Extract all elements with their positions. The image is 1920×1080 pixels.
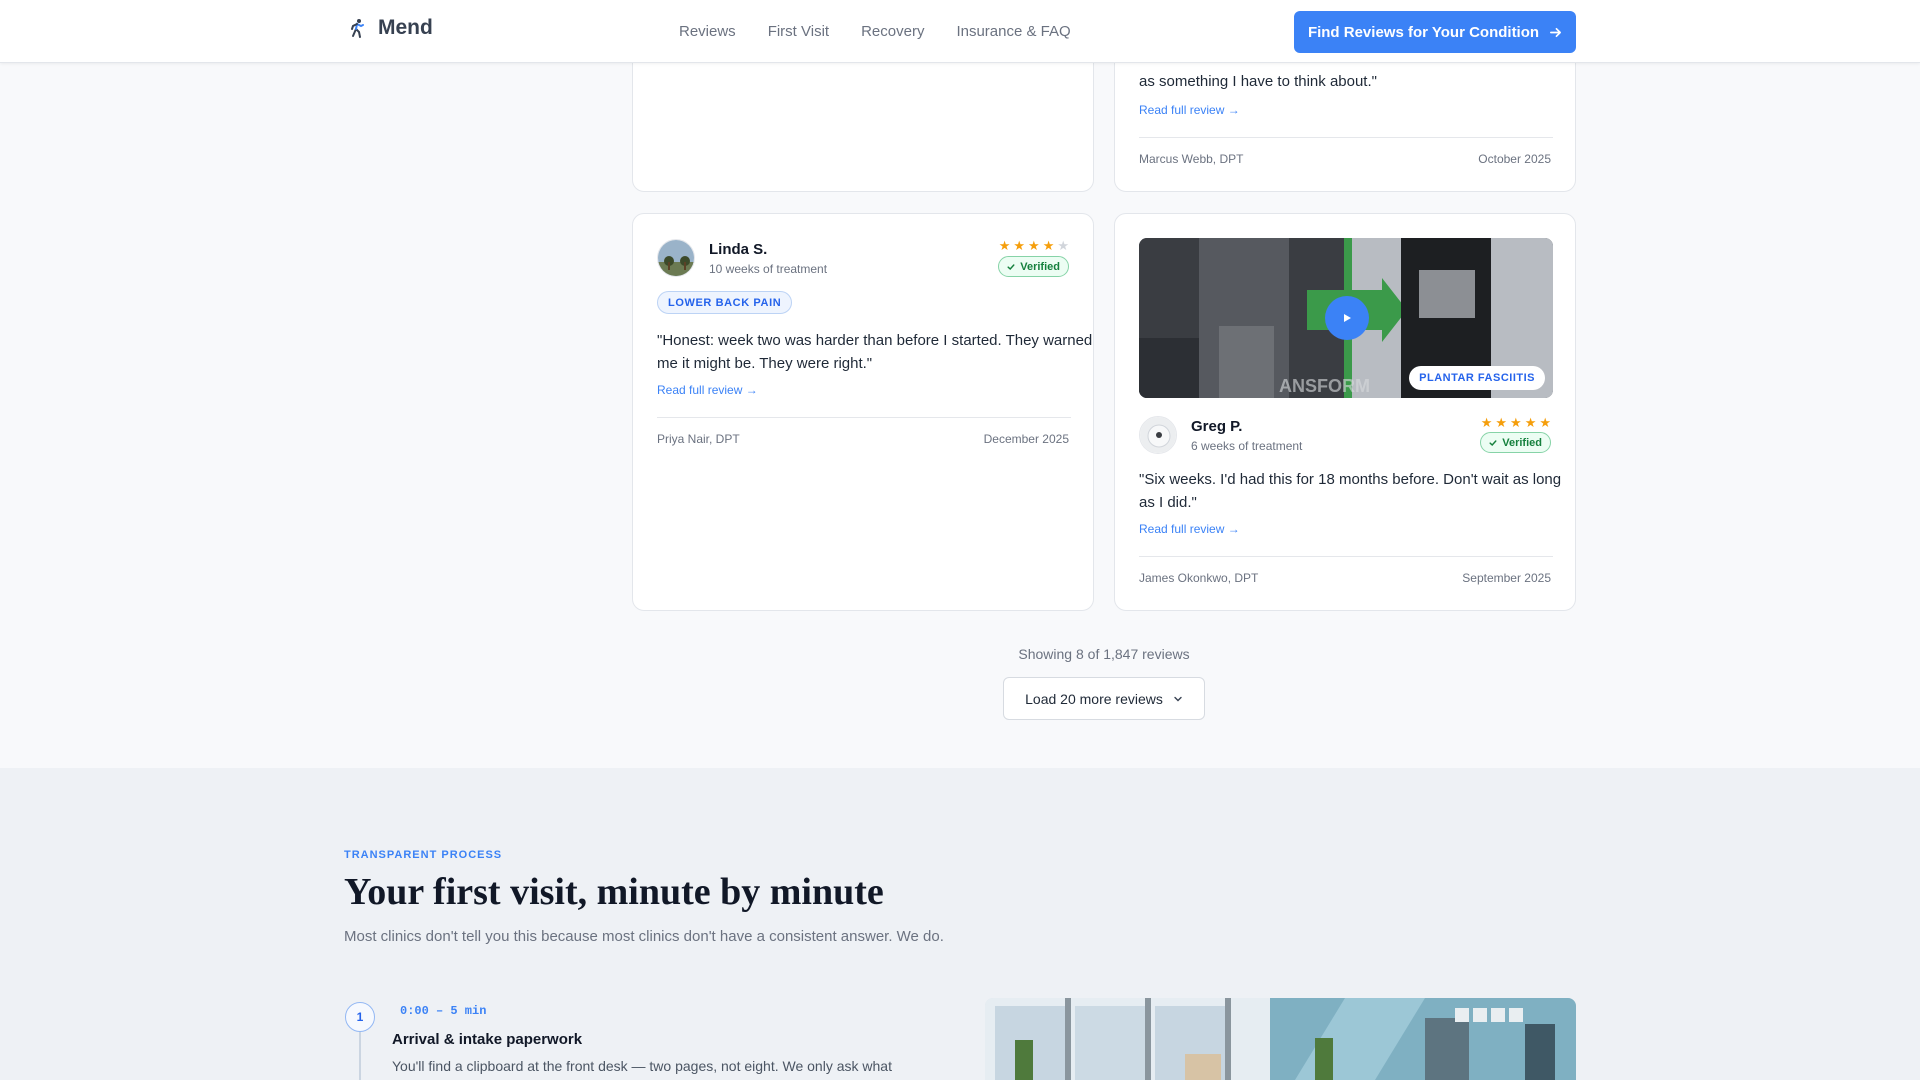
svg-text:ANSFORM: ANSFORM bbox=[1279, 376, 1370, 396]
brand-name: Mend bbox=[378, 16, 433, 39]
star-icon: ★ bbox=[1028, 238, 1040, 253]
therapist-name: James Okonkwo, DPT bbox=[1139, 571, 1259, 585]
load-more-button[interactable]: Load 20 more reviews bbox=[1003, 677, 1205, 720]
clinic-photo bbox=[985, 998, 1576, 1080]
avatar bbox=[657, 239, 695, 277]
review-quote-line: "Six weeks. I'd had this for 18 months b… bbox=[1139, 471, 1562, 488]
find-reviews-button[interactable]: Find Reviews for Your Condition bbox=[1294, 11, 1576, 53]
review-card: ANSFORM PLANTAR FASCIITIS Greg P. 6 week… bbox=[1114, 213, 1576, 611]
chevron-down-icon bbox=[1174, 696, 1182, 701]
star-icon: ★ bbox=[1057, 238, 1069, 253]
runner-logo-icon bbox=[351, 19, 364, 38]
review-date: September 2025 bbox=[1462, 571, 1551, 585]
checkmark-icon bbox=[1489, 439, 1497, 446]
divider bbox=[1139, 556, 1553, 557]
treatment-duration: 6 weeks of treatment bbox=[1191, 439, 1303, 453]
brand-logo[interactable]: Mend bbox=[344, 16, 433, 40]
timeline-line bbox=[359, 1032, 361, 1080]
step-number-badge: 1 bbox=[345, 1002, 375, 1032]
nav-link-first-visit[interactable]: First Visit bbox=[768, 23, 829, 40]
section-eyebrow: TRANSPARENT PROCESS bbox=[344, 849, 503, 861]
checkmark-icon bbox=[1007, 263, 1015, 270]
star-icon: ★ bbox=[1495, 415, 1508, 430]
nav-link-insurance-faq[interactable]: Insurance & FAQ bbox=[956, 23, 1070, 40]
play-button[interactable] bbox=[1325, 296, 1369, 340]
review-quote-line: "Honest: week two was harder than before… bbox=[657, 332, 1093, 349]
nav-link-reviews[interactable]: Reviews bbox=[679, 23, 736, 40]
nav-links: Reviews First Visit Recovery Insurance &… bbox=[679, 23, 1071, 40]
arrow-right-icon bbox=[1550, 27, 1562, 37]
review-quote-line: me it might be. They were right." bbox=[657, 355, 873, 372]
star-icon: ★ bbox=[1539, 415, 1551, 430]
star-rating: ★ ★ ★ ★ ★ bbox=[999, 239, 1069, 252]
first-visit-section bbox=[0, 768, 1920, 1080]
top-navigation: Mend Reviews First Visit Recovery Insura… bbox=[0, 0, 1920, 63]
review-card: Linda S. 10 weeks of treatment ★ ★ ★ ★ ★… bbox=[632, 213, 1094, 611]
verified-label: Verified bbox=[1502, 436, 1542, 449]
section-lead: Most clinics don't tell you this because… bbox=[344, 928, 944, 945]
video-thumbnail[interactable]: ANSFORM PLANTAR FASCIITIS bbox=[1139, 238, 1553, 398]
verified-label: Verified bbox=[1020, 260, 1060, 273]
section-title: Your first visit, minute by minute bbox=[344, 871, 884, 913]
treatment-duration: 10 weeks of treatment bbox=[709, 262, 828, 276]
avatar bbox=[1139, 416, 1177, 454]
review-quote-line: as I did." bbox=[1139, 494, 1197, 511]
star-icon: ★ bbox=[1480, 415, 1493, 430]
condition-tag[interactable]: PLANTAR FASCIITIS bbox=[1409, 366, 1545, 390]
read-full-review-link[interactable]: Read full review → bbox=[1139, 103, 1240, 117]
read-full-review-link[interactable]: Read full review → bbox=[657, 383, 758, 397]
reviewer-name: Linda S. bbox=[709, 241, 768, 258]
review-date: October 2025 bbox=[1478, 152, 1551, 166]
star-icon: ★ bbox=[1510, 415, 1522, 430]
read-full-review-link[interactable]: Read full review → bbox=[1139, 522, 1240, 536]
star-icon: ★ bbox=[1042, 238, 1055, 253]
load-more-label: Load 20 more reviews bbox=[1025, 690, 1163, 707]
step-body: You'll find a clipboard at the front des… bbox=[392, 1058, 892, 1074]
results-count: Showing 8 of 1,847 reviews bbox=[1018, 646, 1190, 662]
star-icon: ★ bbox=[1524, 415, 1537, 430]
step-title: Arrival & intake paperwork bbox=[392, 1031, 583, 1048]
divider bbox=[1139, 137, 1553, 138]
reviewer-name: Greg P. bbox=[1191, 418, 1243, 435]
nav-link-recovery[interactable]: Recovery bbox=[861, 23, 924, 40]
star-icon: ★ bbox=[998, 238, 1011, 253]
therapist-name: Marcus Webb, DPT bbox=[1139, 152, 1244, 166]
star-rating: ★ ★ ★ ★ ★ bbox=[1481, 416, 1551, 429]
step-time: 0:00 – 5 min bbox=[400, 1004, 487, 1018]
play-icon bbox=[1344, 314, 1351, 322]
review-quote: as something I have to think about." bbox=[1139, 73, 1377, 90]
review-date: December 2025 bbox=[983, 432, 1069, 446]
verified-badge: Verified bbox=[1480, 432, 1551, 453]
therapist-name: Priya Nair, DPT bbox=[657, 432, 740, 446]
divider bbox=[657, 417, 1071, 418]
star-icon: ★ bbox=[1013, 238, 1026, 253]
condition-tag[interactable]: LOWER BACK PAIN bbox=[657, 291, 793, 314]
find-reviews-label: Find Reviews for Your Condition bbox=[1307, 23, 1540, 41]
verified-badge: Verified bbox=[998, 256, 1069, 277]
